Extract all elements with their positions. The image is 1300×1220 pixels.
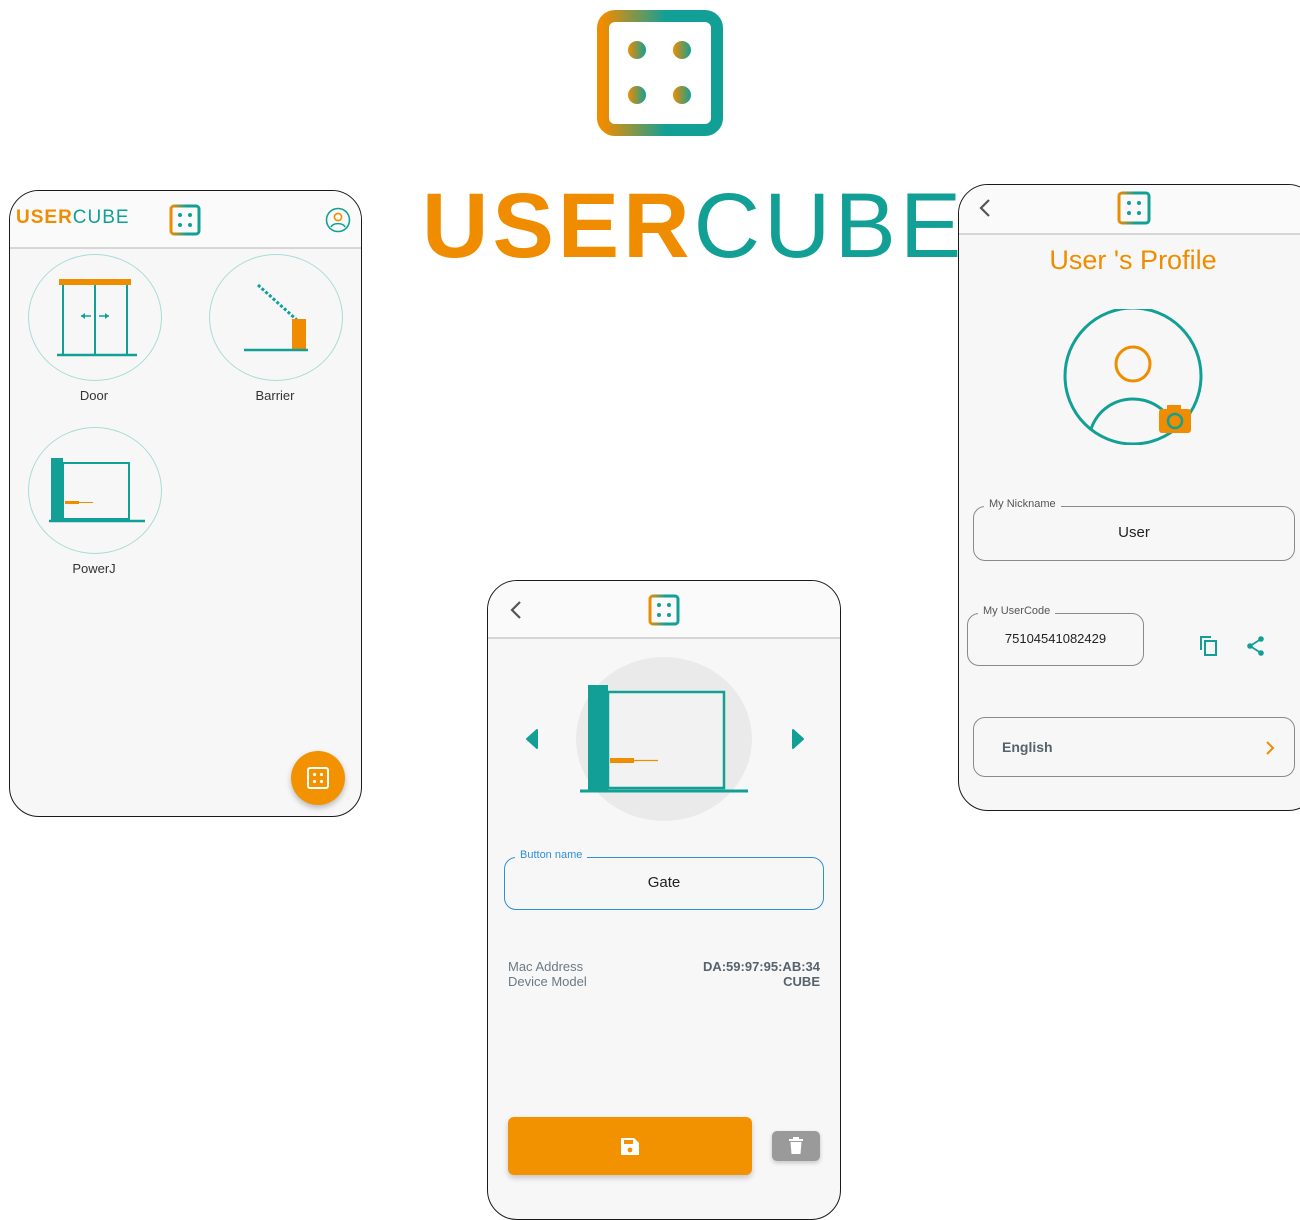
arrow-right-icon[interactable]: [790, 729, 806, 749]
gate-icon: [580, 685, 748, 793]
home-topbar: USERCUBE: [10, 191, 361, 249]
delete-button[interactable]: [772, 1131, 820, 1161]
home-logo: USERCUBE: [16, 207, 130, 229]
button-name-field[interactable]: Button name Gate: [504, 849, 824, 910]
barrier-icon: [244, 283, 308, 352]
camera-icon[interactable]: [1159, 405, 1191, 433]
mac-address-label: Mac Address: [508, 959, 584, 974]
cube-logo-icon: [648, 594, 680, 626]
button-name-label: Button name: [515, 849, 588, 861]
edit-device-screen: Button name Gate Mac Address Device Mode…: [487, 580, 841, 1220]
arrow-left-icon[interactable]: [524, 729, 540, 749]
brand-name-orange: USER: [422, 175, 694, 277]
brand-name-teal: CUBE: [693, 175, 966, 277]
big-brand-wordmark: USERCUBE: [422, 175, 961, 277]
home-screen: USERCUBE Door Barrier PowerJ: [9, 190, 362, 817]
cube-logo-icon: [1117, 191, 1151, 225]
device-label-barrier: Barrier: [255, 388, 295, 403]
chevron-left-icon[interactable]: [508, 599, 524, 621]
sliding-door-icon: [57, 279, 137, 357]
device-model-label: Device Model: [508, 974, 587, 989]
profile-screen: User 's Profile My Nickname User My User…: [958, 184, 1300, 811]
save-button[interactable]: [508, 1117, 752, 1175]
home-logo-teal: CUBE: [72, 207, 130, 228]
account-icon[interactable]: [325, 207, 351, 233]
copy-icon[interactable]: [1197, 634, 1219, 658]
nickname-value: User: [1118, 524, 1150, 541]
language-selector[interactable]: English: [973, 717, 1295, 777]
edit-topbar: [488, 581, 840, 639]
avatar-icon[interactable]: [1063, 309, 1205, 445]
device-powerj[interactable]: [28, 427, 162, 554]
save-icon: [621, 1138, 639, 1155]
cube-logo-icon: [307, 767, 329, 789]
page-title: User 's Profile: [1049, 245, 1217, 275]
share-icon[interactable]: [1245, 635, 1267, 657]
button-name-value: Gate: [647, 874, 681, 891]
device-barrier[interactable]: [209, 254, 343, 381]
device-model-value: CUBE: [783, 974, 820, 989]
language-value: English: [1002, 739, 1053, 755]
usercode-value: 75104541082429: [1004, 631, 1107, 646]
chevron-left-icon[interactable]: [977, 197, 993, 219]
usercode-label: My UserCode: [978, 605, 1056, 617]
cube-logo-icon: [169, 204, 201, 236]
gate-icon: [49, 458, 145, 523]
device-label-door: Door: [79, 388, 109, 403]
big-cube-logo-icon: [597, 10, 723, 136]
home-logo-orange: USER: [16, 207, 73, 228]
device-preview: [576, 657, 752, 821]
add-device-fab[interactable]: [291, 751, 345, 805]
trash-icon: [789, 1137, 803, 1154]
chevron-right-icon: [1264, 740, 1276, 756]
mac-address-value: DA:59:97:95:AB:34: [702, 959, 820, 974]
profile-topbar: [959, 185, 1300, 235]
usercode-field: My UserCode 75104541082429: [967, 605, 1144, 666]
device-label-powerj: PowerJ: [72, 561, 116, 576]
device-door[interactable]: [28, 254, 162, 381]
nickname-field[interactable]: My Nickname User: [973, 498, 1295, 561]
nickname-label: My Nickname: [984, 498, 1061, 510]
